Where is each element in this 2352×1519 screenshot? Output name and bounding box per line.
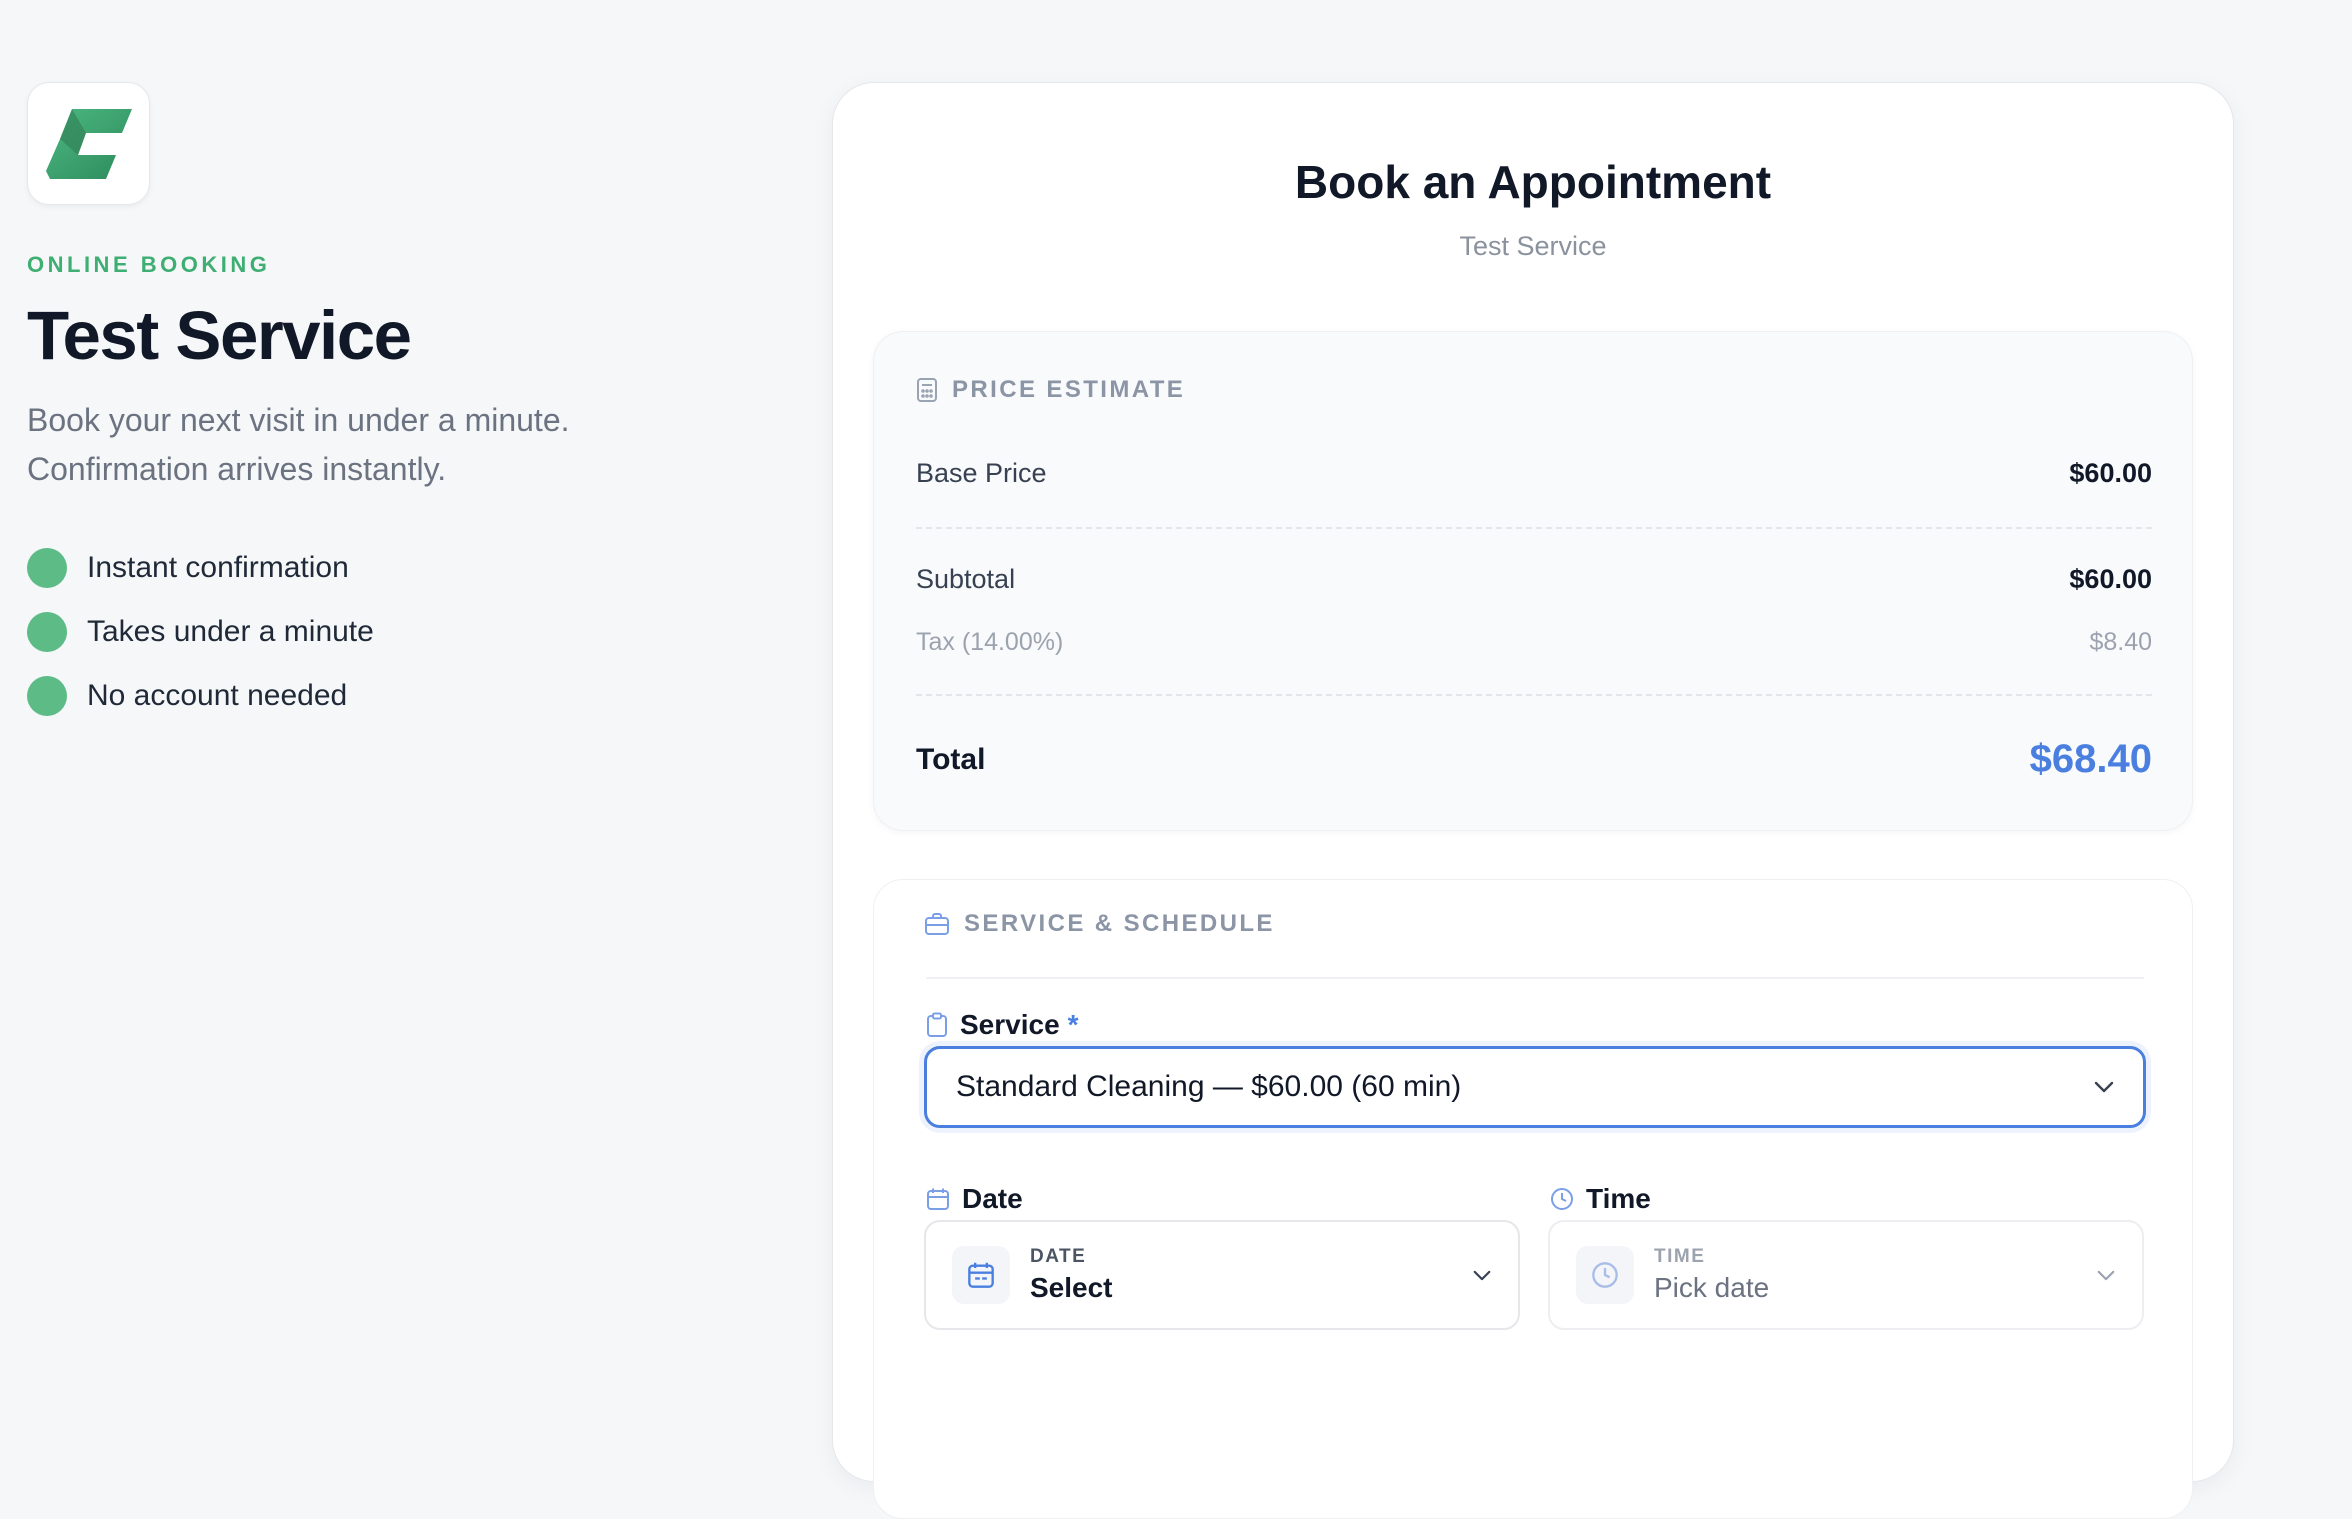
tax-row: Tax (14.00%) $8.40 [916, 628, 2152, 657]
brand-title: Test Service [27, 297, 412, 374]
feature-item: No account needed [27, 664, 747, 728]
page-title: Book an Appointment [1294, 156, 1772, 208]
time-caption: TIME [1654, 1246, 1706, 1267]
subtotal-value: $60.00 [2069, 564, 2152, 594]
calculator-icon [917, 378, 937, 402]
feature-dot-icon [27, 548, 67, 589]
booking-card: Book an Appointment Test Service PRICE E… [832, 82, 2234, 1519]
service-select[interactable]: Standard Cleaning — $60.00 (60 min) [924, 1046, 2146, 1128]
divider [916, 694, 2152, 696]
service-schedule-heading: SERVICE & SCHEDULE [924, 910, 1275, 938]
feature-item: Instant confirmation [27, 536, 747, 600]
service-schedule-panel: SERVICE & SCHEDULE Service * Standard Cl… [873, 879, 2193, 1519]
tax-label: Tax (14.00%) [916, 628, 1064, 656]
service-field-label: Service * [926, 1009, 1079, 1041]
clock-icon [1592, 1262, 1618, 1288]
base-price-label: Base Price [916, 458, 1047, 488]
price-estimate-panel: PRICE ESTIMATE Base Price $60.00 Subtota… [873, 331, 2193, 831]
page-subtitle: Test Service [1459, 231, 1607, 261]
base-price-row: Base Price $60.00 [916, 458, 2152, 489]
time-label-text: Time [1586, 1183, 1651, 1214]
feature-dot-icon [27, 676, 67, 717]
feature-text: Takes under a minute [87, 615, 374, 649]
brand-panel: ONLINE BOOKING Test Service Book your ne… [27, 82, 747, 728]
brand-logo-icon [45, 108, 132, 179]
date-caption: DATE [1030, 1246, 1087, 1267]
section-heading-text: SERVICE & SCHEDULE [964, 910, 1275, 937]
chevron-down-icon [1473, 1270, 1491, 1280]
feature-text: Instant confirmation [87, 551, 349, 585]
required-marker: * [1067, 1009, 1079, 1040]
subtotal-label: Subtotal [916, 564, 1016, 594]
time-picker[interactable]: TIME Pick date [1548, 1220, 2144, 1330]
clipboard-icon [927, 1012, 947, 1037]
feature-item: Takes under a minute [27, 600, 747, 664]
base-price-value: $60.00 [2069, 458, 2152, 488]
clock-icon [1551, 1188, 1573, 1210]
time-picker-text: TIME Pick date [1654, 1246, 2096, 1304]
date-picker[interactable]: DATE Select [924, 1220, 1520, 1330]
time-picker-icon-box [1576, 1246, 1634, 1304]
section-heading-text: PRICE ESTIMATE [952, 376, 1186, 403]
date-picker-text: DATE Select [1030, 1246, 1472, 1304]
calendar-icon [968, 1262, 994, 1288]
divider [916, 527, 2152, 529]
tax-value: $8.40 [2089, 628, 2152, 656]
calendar-icon [927, 1188, 949, 1210]
tagline: Book your next visit in under a minute. … [27, 396, 747, 494]
total-row: Total $68.40 [916, 737, 2152, 782]
chevron-down-icon [2094, 1081, 2114, 1093]
tagline-line: Confirmation arrives instantly. [27, 451, 447, 488]
time-field-label: Time [1550, 1183, 1651, 1215]
subtotal-row: Subtotal $60.00 [916, 564, 2152, 595]
date-label-text: Date [962, 1183, 1023, 1214]
date-picker-icon-box [952, 1246, 1010, 1304]
briefcase-icon [925, 913, 949, 935]
total-label: Total [916, 742, 986, 776]
feature-text: No account needed [87, 679, 348, 713]
tagline-line: Book your next visit in under a minute. [27, 402, 570, 439]
total-value: $68.40 [2029, 737, 2152, 781]
brand-logo [27, 82, 150, 205]
time-value: Pick date [1654, 1272, 1770, 1303]
service-select-value: Standard Cleaning — $60.00 (60 min) [956, 1070, 1462, 1103]
date-value: Select [1030, 1272, 1113, 1303]
feature-list: Instant confirmation Takes under a minut… [27, 536, 747, 728]
price-estimate-heading: PRICE ESTIMATE [916, 376, 1185, 404]
service-label-text: Service [960, 1009, 1060, 1040]
eyebrow-label: ONLINE BOOKING [27, 252, 271, 277]
date-field-label: Date [926, 1183, 1023, 1215]
chevron-down-icon [2097, 1270, 2115, 1280]
divider [926, 977, 2144, 979]
feature-dot-icon [27, 612, 67, 653]
